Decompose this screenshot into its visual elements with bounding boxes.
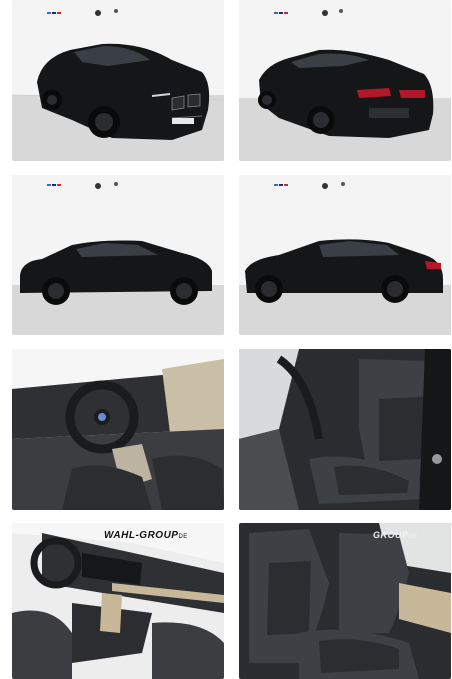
gallery-photo-8[interactable]: GROUPDE	[239, 523, 451, 679]
dealer-watermark: WAHL-GROUPDE	[104, 530, 188, 541]
gallery-photo-3[interactable]	[12, 175, 224, 335]
gallery-photo-1[interactable]	[12, 0, 224, 161]
car-front-three-quarter-image	[12, 0, 224, 161]
front-sport-seat-image	[239, 523, 451, 679]
gallery-photo-6[interactable]	[239, 349, 451, 510]
gallery-photo-2[interactable]	[239, 0, 451, 161]
car-left-side-image	[12, 175, 224, 335]
car-rear-three-quarter-image	[239, 0, 451, 161]
dealer-watermark: GROUPDE	[373, 530, 418, 540]
car-right-side-image	[239, 175, 451, 335]
gallery-photo-7[interactable]: WAHL-GROUPDE	[12, 523, 224, 679]
gallery-photo-4[interactable]	[239, 175, 451, 335]
dashboard-image	[12, 523, 224, 679]
gallery-photo-5[interactable]	[12, 349, 224, 510]
cockpit-image	[12, 349, 224, 510]
driver-seat-image	[239, 349, 451, 510]
photo-gallery: WAHL-GROUPDE GROUPDE	[0, 0, 452, 679]
